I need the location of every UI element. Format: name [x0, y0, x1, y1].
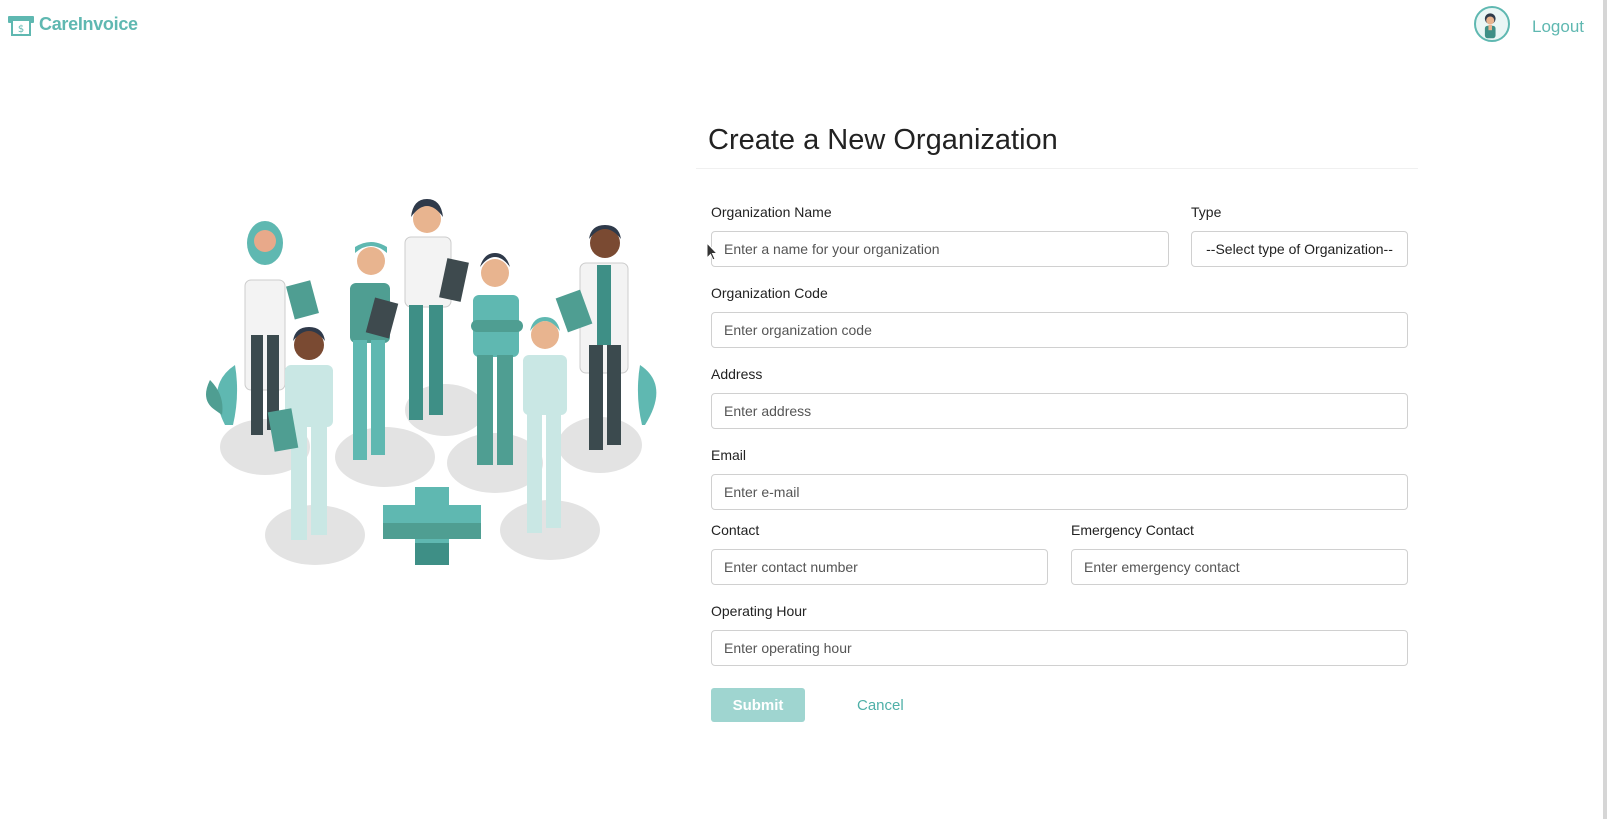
title-divider: [696, 168, 1418, 169]
emergency-contact-label: Emergency Contact: [1071, 522, 1194, 538]
invoice-icon: $: [8, 16, 34, 36]
user-avatar-icon: [1484, 13, 1496, 39]
contact-input[interactable]: [711, 549, 1048, 585]
logout-link[interactable]: Logout: [1532, 17, 1584, 37]
address-label: Address: [711, 366, 763, 382]
address-input[interactable]: [711, 393, 1408, 429]
svg-text:$: $: [18, 24, 24, 35]
emergency-contact-input[interactable]: [1071, 549, 1408, 585]
org-code-label: Organization Code: [711, 285, 828, 301]
type-label: Type: [1191, 204, 1222, 220]
mouse-cursor-icon: [706, 242, 718, 261]
scrollbar[interactable]: [1603, 0, 1607, 819]
avatar[interactable]: [1474, 6, 1510, 42]
email-label: Email: [711, 447, 747, 463]
org-name-label: Organization Name: [711, 204, 832, 220]
page-title: Create a New Organization: [708, 124, 1058, 156]
org-name-input[interactable]: [711, 231, 1169, 267]
brand-logo[interactable]: $ CareInvoice: [7, 12, 138, 36]
org-code-input[interactable]: [711, 312, 1408, 348]
medical-team-illustration: [206, 199, 657, 565]
brand-name: CareInvoice: [39, 13, 138, 34]
contact-label: Contact: [711, 522, 760, 538]
email-input[interactable]: [711, 474, 1408, 510]
operating-hour-input[interactable]: [711, 630, 1408, 666]
type-select[interactable]: --Select type of Organization--: [1191, 231, 1408, 267]
submit-button[interactable]: Submit: [711, 688, 805, 722]
type-select-value: --Select type of Organization--: [1206, 241, 1393, 257]
operating-hour-label: Operating Hour: [711, 603, 807, 619]
cancel-button[interactable]: Cancel: [857, 697, 904, 714]
